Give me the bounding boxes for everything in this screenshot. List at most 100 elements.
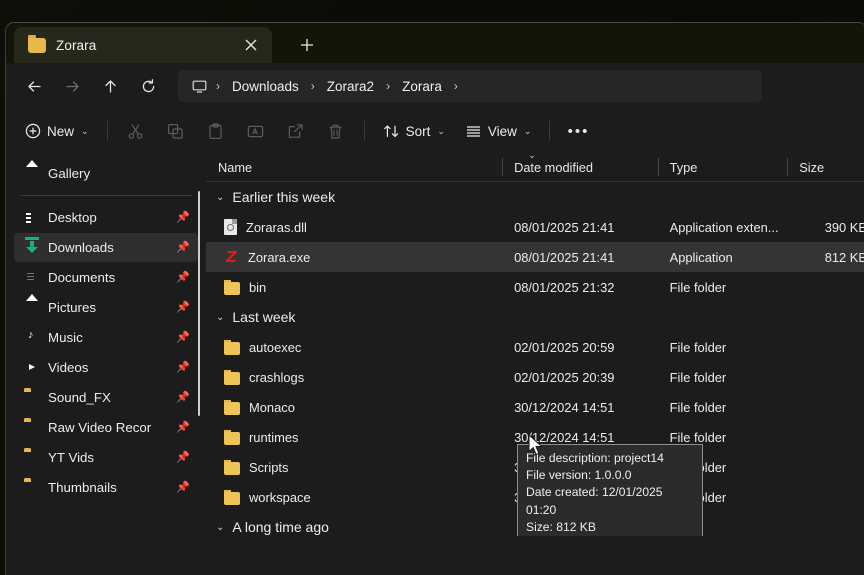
sidebar-item-label: Desktop	[48, 210, 97, 225]
sidebar-item-gallery[interactable]: Gallery	[14, 159, 198, 188]
sidebar-item-videos[interactable]: Videos 📌	[14, 353, 198, 382]
cut-button[interactable]	[117, 115, 155, 147]
file-name-cell: Zoraras.dll	[206, 219, 502, 235]
folder-icon	[24, 388, 40, 406]
folder-icon	[224, 279, 240, 295]
breadcrumb-downloads[interactable]: Downloads	[225, 76, 306, 97]
pin-icon[interactable]: 📌	[176, 332, 190, 343]
more-options-button[interactable]: •••	[559, 115, 597, 147]
screen: Zorara › Downloads › Zorara2 › Zorara › …	[0, 0, 864, 575]
table-row[interactable]: bin 08/01/2025 21:32 File folder	[206, 272, 864, 302]
new-button[interactable]: New ⌄	[16, 115, 98, 147]
file-list-pane: Name ⌄ Date modified Type Size ⌄ Earlier…	[206, 153, 864, 536]
dll-file-icon	[224, 219, 237, 235]
scissors-icon	[127, 123, 144, 140]
navigation-pane: Gallery Desktop 📌 Downloads 📌 Documents	[6, 153, 206, 536]
sidebar-item-raw-video-recordings[interactable]: Raw Video Recor 📌	[14, 413, 198, 442]
sort-button[interactable]: Sort ⌄	[374, 115, 454, 147]
tooltip-line-size: Size: 812 KB	[526, 519, 596, 534]
sidebar-item-label: Documents	[48, 270, 116, 285]
breadcrumb[interactable]: › Downloads › Zorara2 › Zorara ›	[178, 70, 762, 102]
view-button-label: View	[487, 123, 517, 139]
refresh-button[interactable]	[130, 70, 166, 102]
sidebar-divider	[20, 195, 192, 196]
column-header-date-modified[interactable]: ⌄ Date modified	[502, 153, 658, 181]
sidebar-item-pictures[interactable]: Pictures 📌	[14, 293, 198, 322]
pin-icon[interactable]: 📌	[176, 272, 190, 283]
tab-zorara[interactable]: Zorara	[14, 27, 272, 63]
tab-strip: Zorara	[6, 23, 864, 63]
breadcrumb-zorara[interactable]: Zorara	[395, 76, 449, 97]
file-name-cell: Scripts	[206, 459, 502, 475]
chevron-down-icon: ⌄	[216, 191, 225, 203]
mouse-cursor-icon	[528, 433, 544, 463]
table-row[interactable]: Z Zorara.exe 08/01/2025 21:41 Applicatio…	[206, 242, 864, 272]
sidebar-item-downloads[interactable]: Downloads 📌	[14, 233, 198, 262]
address-bar: › Downloads › Zorara2 › Zorara ›	[6, 63, 864, 109]
folder-icon	[224, 489, 240, 505]
pin-icon[interactable]: 📌	[176, 212, 190, 223]
close-icon[interactable]	[238, 32, 264, 58]
copy-button[interactable]	[157, 115, 195, 147]
pin-icon[interactable]: 📌	[176, 482, 190, 493]
toolbar-divider-1	[106, 121, 108, 141]
view-button[interactable]: View ⌄	[456, 115, 541, 147]
forward-button[interactable]	[54, 70, 90, 102]
sidebar-item-documents[interactable]: Documents 📌	[14, 263, 198, 292]
pin-icon[interactable]: 📌	[176, 362, 190, 373]
pin-icon[interactable]: 📌	[176, 302, 190, 313]
group-label: Last week	[232, 309, 296, 325]
pin-icon[interactable]: 📌	[176, 452, 190, 463]
documents-icon	[24, 270, 40, 286]
breadcrumb-zorara2[interactable]: Zorara2	[320, 76, 381, 97]
group-header-earlier-this-week[interactable]: ⌄ Earlier this week	[206, 182, 864, 212]
sidebar-item-sound-fx[interactable]: Sound_FX 📌	[14, 383, 198, 412]
back-button[interactable]	[16, 70, 52, 102]
sidebar-item-desktop[interactable]: Desktop 📌	[14, 203, 198, 232]
group-header-last-week[interactable]: ⌄ Last week	[206, 302, 864, 332]
pin-icon[interactable]: 📌	[176, 392, 190, 403]
table-row[interactable]: Zoraras.dll 08/01/2025 21:41 Application…	[206, 212, 864, 242]
file-name-cell: Z Zorara.exe	[206, 249, 502, 265]
breadcrumb-separator-3[interactable]: ›	[451, 79, 461, 93]
file-type-cell: Application	[669, 249, 733, 265]
explorer-body: Gallery Desktop 📌 Downloads 📌 Documents	[6, 153, 864, 536]
plus-circle-icon	[25, 123, 41, 139]
sidebar-item-label: YT Vids	[48, 450, 95, 465]
new-button-label: New	[47, 123, 75, 139]
this-pc-icon[interactable]	[188, 79, 211, 94]
pin-icon[interactable]: 📌	[176, 242, 190, 253]
pin-icon[interactable]: 📌	[176, 422, 190, 433]
column-header-name[interactable]: Name	[206, 153, 502, 181]
file-size-cell: 390 KB	[824, 219, 864, 235]
file-explorer-window: Zorara › Downloads › Zorara2 › Zorara › …	[5, 22, 864, 575]
sort-button-label: Sort	[405, 123, 431, 139]
paste-button[interactable]	[197, 115, 235, 147]
folder-icon	[224, 339, 240, 355]
folder-icon	[24, 448, 40, 466]
file-name-cell: Monaco	[206, 399, 502, 415]
delete-button[interactable]	[317, 115, 355, 147]
file-name-cell: crashlogs	[206, 369, 502, 385]
sidebar-item-music[interactable]: Music 📌	[14, 323, 198, 352]
file-type-cell: File folder	[669, 429, 727, 445]
pictures-icon	[24, 300, 40, 316]
sidebar-scrollbar[interactable]	[197, 191, 200, 416]
sidebar-item-label: Thumbnails	[48, 480, 117, 495]
paste-icon	[207, 122, 224, 140]
breadcrumb-separator-1: ›	[310, 79, 315, 93]
sidebar-item-label: Sound_FX	[48, 390, 111, 405]
new-tab-button[interactable]	[294, 32, 320, 58]
column-header-size[interactable]: Size	[787, 153, 864, 181]
rename-button[interactable]	[237, 115, 275, 147]
up-button[interactable]	[92, 70, 128, 102]
share-button[interactable]	[277, 115, 315, 147]
table-row[interactable]: Monaco 30/12/2024 14:51 File folder	[206, 392, 864, 422]
table-row[interactable]: crashlogs 02/01/2025 20:39 File folder	[206, 362, 864, 392]
table-row[interactable]: autoexec 02/01/2025 20:59 File folder	[206, 332, 864, 362]
folder-icon	[224, 459, 240, 475]
column-header-type[interactable]: Type	[657, 153, 788, 181]
sidebar-item-thumbnails[interactable]: Thumbnails 📌	[14, 473, 198, 502]
sidebar-item-yt-vids[interactable]: YT Vids 📌	[14, 443, 198, 472]
file-name-cell: runtimes	[206, 429, 502, 445]
